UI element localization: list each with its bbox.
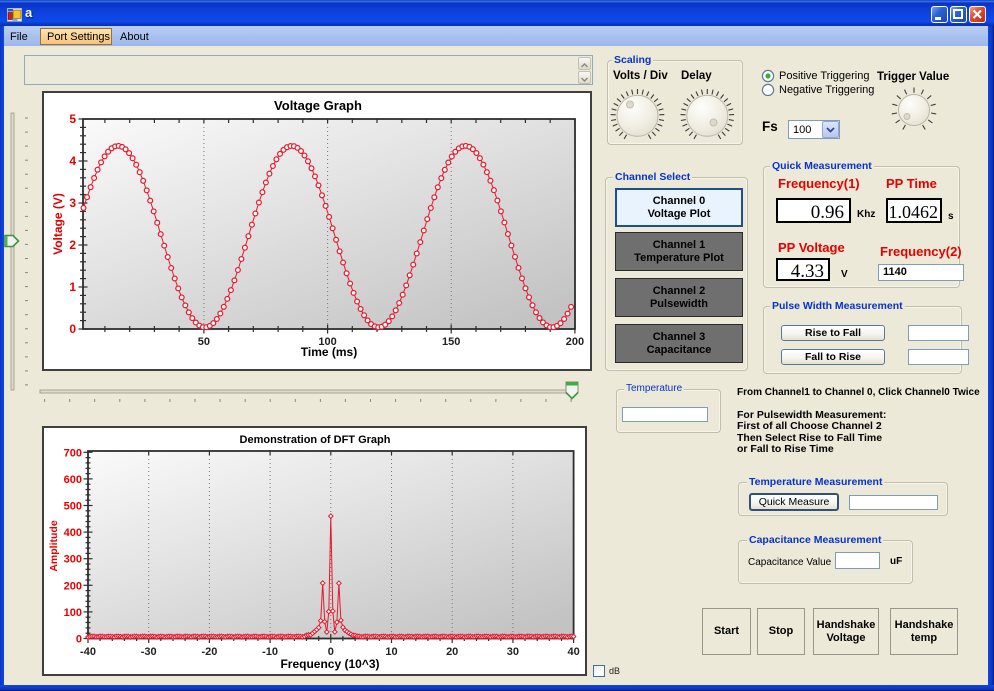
svg-text:0: 0	[69, 322, 76, 336]
svg-text:-10: -10	[262, 646, 278, 658]
svg-text:3: 3	[69, 196, 76, 210]
svg-text:5: 5	[69, 112, 76, 126]
svg-text:4: 4	[69, 154, 76, 168]
svg-text:700: 700	[64, 447, 82, 459]
svg-text:300: 300	[64, 554, 82, 566]
svg-text:0: 0	[76, 634, 82, 646]
svg-text:Voltage Graph: Voltage Graph	[274, 98, 362, 113]
svg-text:40: 40	[567, 646, 579, 658]
svg-text:20: 20	[446, 646, 458, 658]
svg-text:-40: -40	[80, 646, 96, 658]
svg-text:50: 50	[198, 336, 210, 348]
svg-text:200: 200	[64, 580, 82, 592]
svg-text:-30: -30	[141, 646, 157, 658]
svg-text:400: 400	[64, 527, 82, 539]
svg-text:Amplitude: Amplitude	[48, 520, 60, 571]
svg-text:Voltage (V): Voltage (V)	[51, 193, 65, 255]
svg-text:100: 100	[64, 607, 82, 619]
svg-text:150: 150	[442, 336, 460, 348]
svg-text:10: 10	[385, 646, 397, 658]
svg-text:2: 2	[69, 238, 76, 252]
svg-text:Frequency (10^3): Frequency (10^3)	[280, 657, 379, 671]
svg-text:30: 30	[507, 646, 519, 658]
svg-text:500: 500	[64, 501, 82, 513]
svg-text:Time (ms): Time (ms)	[301, 345, 357, 359]
svg-text:1: 1	[69, 280, 76, 294]
svg-text:-20: -20	[201, 646, 217, 658]
svg-text:200: 200	[566, 336, 584, 348]
svg-text:Demonstration of DFT Graph: Demonstration of DFT Graph	[240, 434, 391, 446]
svg-text:600: 600	[64, 474, 82, 486]
